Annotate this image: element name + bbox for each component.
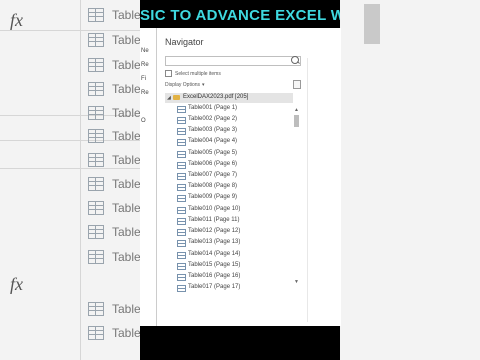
table-icon [177, 252, 186, 259]
scroll-up-icon[interactable]: ▲ [294, 107, 299, 113]
ribbon-label: O [141, 118, 146, 124]
table-label: Table [112, 58, 141, 72]
table-icon [88, 106, 104, 120]
search-icon[interactable] [291, 56, 299, 64]
table-label: Table [112, 326, 141, 340]
table-icon [88, 153, 104, 167]
table-icon [177, 229, 186, 236]
gridline [0, 30, 140, 31]
display-options-dropdown[interactable]: Display Options ▾ [165, 82, 205, 88]
preview-divider [307, 58, 308, 322]
table-icon [177, 184, 186, 191]
table-icon [177, 240, 186, 247]
table-icon [88, 8, 104, 22]
table-icon [177, 139, 186, 146]
table-label: Table [112, 8, 141, 22]
tree-root-label: ExcelDAX2023.pdf [205] [183, 94, 249, 100]
ribbon-label: Re [141, 62, 149, 68]
refresh-icon[interactable] [293, 80, 301, 89]
scroll-down-icon[interactable]: ▼ [294, 279, 299, 285]
function-icon: fx [10, 274, 23, 294]
tree-item-label: Table017 (Page 17) [188, 284, 241, 290]
tree-item-label: Table002 (Page 2) [188, 116, 238, 122]
table-icon [88, 33, 104, 47]
table-icon [88, 201, 104, 215]
table-icon [88, 302, 104, 316]
tree-item-label: Table006 (Page 6) [188, 161, 238, 167]
function-icon: fx [10, 10, 23, 30]
tree-scrollbar[interactable]: ▲ ▼ [293, 107, 301, 287]
dialog-title: Navigator [165, 37, 204, 47]
search-input[interactable] [165, 56, 301, 66]
ribbon-label: Re [141, 90, 149, 96]
table-label: Table [112, 302, 141, 316]
tree-item-label: Table004 (Page 4) [188, 138, 238, 144]
video-title-banner: SIC TO ADVANCE EXCEL WITH ARRA [140, 4, 340, 28]
table-icon [177, 117, 186, 124]
tree-item-label: Table015 (Page 15) [188, 262, 241, 268]
table-icon [177, 162, 186, 169]
select-multiple-checkbox-row[interactable]: Select multiple items [165, 70, 221, 77]
background-sheet-right [340, 0, 480, 360]
table-label: Table [112, 201, 141, 215]
video-letterbox [140, 326, 340, 360]
table-label: Table [112, 82, 141, 96]
table-icon [177, 285, 186, 292]
gridline [80, 0, 81, 360]
table-label: Table [112, 153, 141, 167]
table-icon [88, 177, 104, 191]
ribbon-strip: Ne Re Fi Re O [140, 28, 157, 326]
gridline [0, 168, 140, 169]
tree-item-label: Table012 (Page 12) [188, 228, 241, 234]
table-icon [177, 151, 186, 158]
table-icon [177, 106, 186, 113]
table-icon [88, 326, 104, 340]
tree-item-label: Table008 (Page 8) [188, 183, 238, 189]
tree-item-label: Table011 (Page 11) [188, 217, 240, 223]
navigator-dialog: Navigator Select multiple items Display … [156, 28, 341, 326]
table-label: Table [112, 106, 141, 120]
tree-item-label: Table005 (Page 5) [188, 150, 238, 156]
table-icon [177, 263, 186, 270]
background-sheet-left: fx fx Table Table Table Table Table Tabl… [0, 0, 141, 360]
table-icon [177, 274, 186, 281]
table-icon [177, 207, 186, 214]
chevron-down-icon: ▾ [202, 82, 205, 88]
ribbon-label: Fi [141, 76, 146, 82]
table-icon [88, 250, 104, 264]
select-multiple-label: Select multiple items [175, 70, 221, 77]
chevron-down-icon[interactable]: ◢ [167, 95, 171, 101]
table-icon [88, 129, 104, 143]
table-label: Table [112, 177, 141, 191]
table-label: Table [112, 129, 141, 143]
tree-item-label: Table001 (Page 1) [188, 105, 238, 111]
tree-item-label: Table016 (Page 16) [188, 273, 241, 279]
table-icon [88, 82, 104, 96]
select-multiple-checkbox[interactable] [165, 70, 172, 77]
table-icon [177, 195, 186, 202]
display-options-label: Display Options [165, 82, 201, 88]
folder-icon [173, 95, 180, 100]
tree-item-label: Table010 (Page 10) [188, 206, 241, 212]
table-label: Table [112, 33, 141, 47]
table-icon [177, 173, 186, 180]
tree-root-item[interactable]: ◢ ExcelDAX2023.pdf [205] [165, 93, 293, 103]
navigator-tree: ◢ ExcelDAX2023.pdf [205] Table001 (Page … [165, 92, 301, 298]
table-icon [88, 225, 104, 239]
tree-item-label: Table003 (Page 3) [188, 127, 238, 133]
tree-item-label: Table007 (Page 7) [188, 172, 238, 178]
scrollbar-thumb[interactable] [294, 115, 299, 127]
tree-item-label: Table009 (Page 9) [188, 194, 238, 200]
tree-item-label: Table013 (Page 13) [188, 239, 241, 245]
table-label: Table [112, 225, 141, 239]
table-label: Table [112, 250, 141, 264]
tree-item-label: Table014 (Page 14) [188, 251, 241, 257]
ribbon-label: Ne [141, 48, 149, 54]
table-icon [88, 58, 104, 72]
table-icon [177, 128, 186, 135]
scrollbar-thumb[interactable] [364, 4, 380, 44]
table-icon [177, 218, 186, 225]
